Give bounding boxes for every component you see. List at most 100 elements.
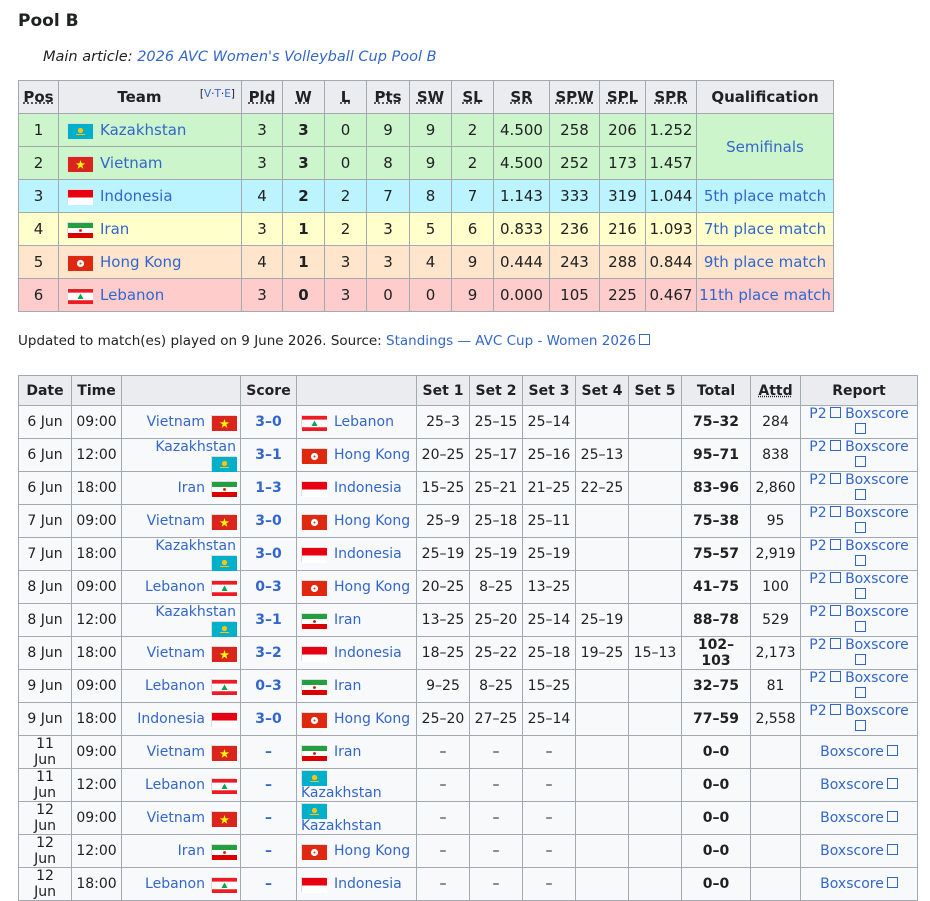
home-team-link[interactable]: Kazakhstan [155,538,236,554]
p2-link[interactable]: P2 [809,604,841,620]
score-link[interactable]: 0–3 [255,678,281,694]
boxscore-link[interactable]: Boxscore [820,744,898,760]
team-link[interactable]: Hong Kong [100,253,182,271]
score-link[interactable]: 3–0 [255,546,281,562]
score-link[interactable]: – [265,843,272,859]
boxscore-link[interactable]: Boxscore [820,810,898,826]
boxscore-link[interactable]: Boxscore [820,777,898,793]
score-link[interactable]: 3–0 [255,414,281,430]
boxscore-link[interactable]: Boxscore [845,670,909,702]
home-team-link[interactable]: Vietnam [147,414,205,430]
score-link[interactable]: 1–3 [255,480,281,496]
set-5-score [628,867,682,901]
score-link[interactable]: – [265,744,272,760]
talk-link[interactable]: T [214,88,220,100]
boxscore-link[interactable]: Boxscore [845,571,909,603]
home-team-link[interactable]: Lebanon [145,876,205,892]
home-team-link[interactable]: Vietnam [147,645,205,661]
kazakhstan-flag-icon [301,769,327,786]
home-team: Lebanon [121,768,241,802]
p2-link[interactable]: P2 [809,670,841,686]
p2-link[interactable]: P2 [809,703,841,719]
away-team-link[interactable]: Indonesia [334,876,402,892]
home-team-link[interactable]: Lebanon [145,777,205,793]
team-link[interactable]: Iran [100,220,129,238]
standings-w: 1 [282,212,325,246]
p2-link[interactable]: P2 [809,439,841,455]
away-team-link[interactable]: Hong Kong [334,513,410,529]
team-link[interactable]: Kazakhstan [100,121,186,139]
home-team-link[interactable]: Lebanon [145,678,205,694]
standings-pos: 2 [18,146,59,180]
col-set3: Set 3 [522,375,576,406]
score-link[interactable]: 3–0 [255,711,281,727]
away-team-link[interactable]: Indonesia [334,546,402,562]
boxscore-link[interactable]: Boxscore [845,505,909,537]
boxscore-link[interactable]: Boxscore [820,843,898,859]
home-team-link[interactable]: Kazakhstan [155,439,236,455]
away-team-link[interactable]: Kazakhstan [301,818,382,834]
away-team-link[interactable]: Hong Kong [334,843,410,859]
team-link[interactable]: Indonesia [100,187,173,205]
p2-link[interactable]: P2 [809,571,841,587]
team-link[interactable]: Lebanon [100,286,164,304]
home-team-link[interactable]: Iran [178,843,205,859]
boxscore-link[interactable]: Boxscore [845,406,909,438]
away-team-link[interactable]: Indonesia [334,645,402,661]
boxscore-link[interactable]: Boxscore [845,472,909,504]
set-4-score [575,801,629,835]
p2-link[interactable]: P2 [809,538,841,554]
home-team-link[interactable]: Vietnam [147,513,205,529]
away-team-link[interactable]: Hong Kong [334,711,410,727]
p2-link[interactable]: P2 [809,505,841,521]
match-score: 3–0 [240,702,297,736]
away-team-link[interactable]: Indonesia [334,480,402,496]
home-team-link[interactable]: Kazakhstan [155,604,236,620]
score-link[interactable]: 3–0 [255,513,281,529]
standings-pld: 4 [241,179,283,213]
boxscore-link[interactable]: Boxscore [845,703,909,735]
view-link[interactable]: V [204,88,211,100]
qualification-link[interactable]: 5th place match [704,187,826,205]
main-article-link[interactable]: 2026 AVC Women's Volleyball Cup Pool B [137,49,436,65]
score-link[interactable]: – [265,876,272,892]
boxscore-link[interactable]: Boxscore [845,439,909,471]
edit-link[interactable]: E [224,88,231,100]
home-team-link[interactable]: Indonesia [137,711,205,727]
boxscore-link[interactable]: Boxscore [845,637,909,669]
qualification-link[interactable]: 7th place match [704,220,826,238]
home-team-link[interactable]: Vietnam [147,810,205,826]
p2-link[interactable]: P2 [809,637,841,653]
away-team-link[interactable]: Lebanon [334,414,394,430]
standings-pld: 3 [241,278,283,312]
away-team-link[interactable]: Iran [334,744,361,760]
away-team-link[interactable]: Iran [334,678,361,694]
home-team-link[interactable]: Iran [178,480,205,496]
score-link[interactable]: 3–1 [255,447,281,463]
boxscore-link[interactable]: Boxscore [845,538,909,570]
boxscore-link[interactable]: Boxscore [820,876,898,892]
score-link[interactable]: 0–3 [255,579,281,595]
away-team: Indonesia [296,471,417,505]
away-team-link[interactable]: Hong Kong [334,447,410,463]
source-link[interactable]: Standings — AVC Cup - Women 2026 [386,333,651,349]
away-team-link[interactable]: Iran [334,612,361,628]
away-team-link[interactable]: Kazakhstan [301,785,382,801]
score-link[interactable]: 3–2 [255,645,281,661]
p2-link[interactable]: P2 [809,406,841,422]
qualification-link[interactable]: 11th place match [699,286,831,304]
score-link[interactable]: – [265,777,272,793]
score-link[interactable]: 3–1 [255,612,281,628]
home-team-link[interactable]: Vietnam [147,744,205,760]
p2-link[interactable]: P2 [809,472,841,488]
vietnam-flag-icon [211,513,237,530]
set-5-score [628,834,682,868]
score-link[interactable]: – [265,810,272,826]
away-team-link[interactable]: Hong Kong [334,579,410,595]
qualification-link[interactable]: 9th place match [704,253,826,271]
boxscore-link[interactable]: Boxscore [845,604,909,636]
home-team-link[interactable]: Lebanon [145,579,205,595]
team-link[interactable]: Vietnam [100,154,163,172]
iran-flag-icon [211,843,237,860]
qualification-link[interactable]: Semifinals [726,138,804,156]
